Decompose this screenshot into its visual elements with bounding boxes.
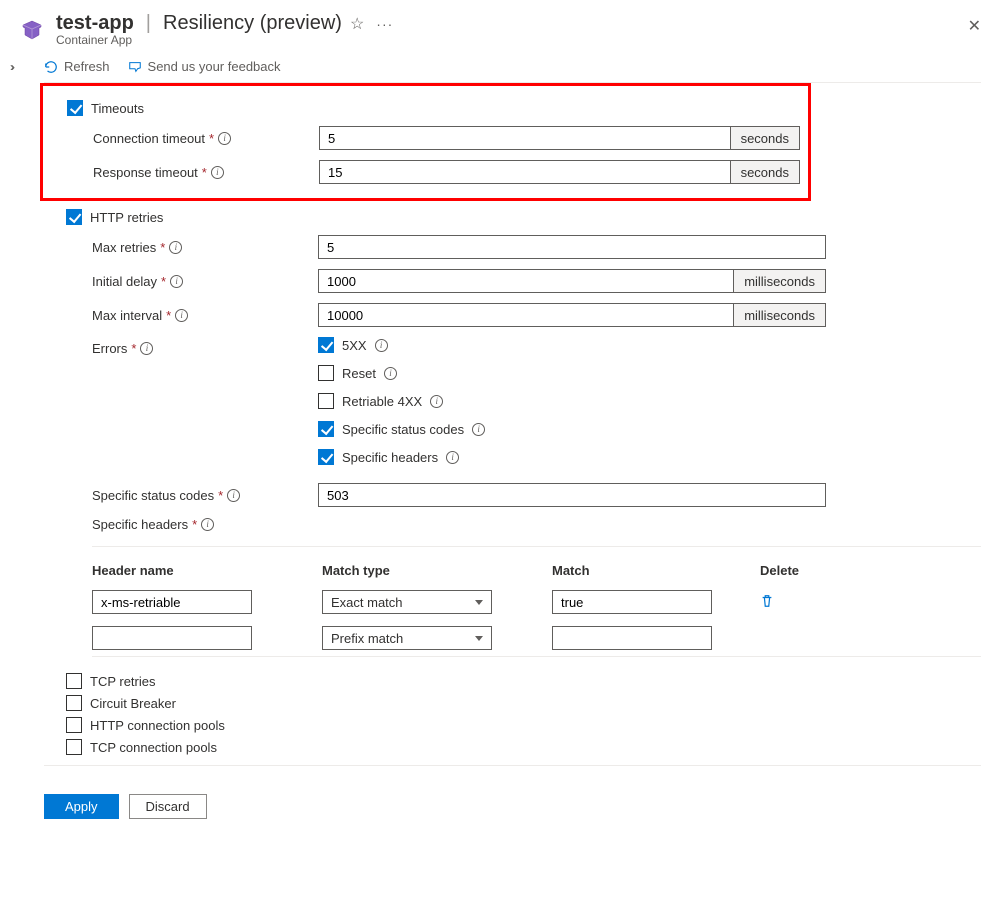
error-retriable4xx-checkbox[interactable] [318, 393, 334, 409]
footer-divider [44, 765, 981, 766]
toolbar: ›› Refresh Send us your feedback [44, 53, 981, 83]
refresh-button[interactable]: Refresh [44, 59, 110, 74]
initial-delay-unit: milliseconds [734, 269, 826, 293]
initial-delay-label: Initial delay*i [92, 274, 318, 289]
header-match-input[interactable] [552, 590, 712, 614]
more-actions-icon[interactable]: ··· [372, 16, 393, 32]
header-name-input[interactable] [92, 626, 252, 650]
info-icon[interactable]: i [218, 132, 231, 145]
max-retries-label: Max retries*i [92, 240, 318, 255]
max-interval-unit: milliseconds [734, 303, 826, 327]
timeouts-checkbox[interactable] [67, 100, 83, 116]
favorite-star-icon[interactable]: ☆ [350, 14, 364, 34]
resource-type: Container App [56, 33, 393, 47]
error-reset-checkbox[interactable] [318, 365, 334, 381]
tcp-connection-pools-checkbox[interactable] [66, 739, 82, 755]
col-match: Match [552, 563, 750, 578]
http-retries-label: HTTP retries [90, 210, 163, 225]
max-interval-label: Max interval*i [92, 308, 318, 323]
error-reset-label: Reset [342, 366, 376, 381]
connection-timeout-unit: seconds [731, 126, 800, 150]
info-icon[interactable]: i [175, 309, 188, 322]
match-type-select[interactable]: Prefix match [322, 626, 492, 650]
refresh-label: Refresh [64, 59, 110, 74]
header-row: Prefix match [92, 620, 981, 656]
info-icon[interactable]: i [430, 395, 443, 408]
error-specific-headers-checkbox[interactable] [318, 449, 334, 465]
info-icon[interactable]: i [384, 367, 397, 380]
delete-row-icon[interactable] [760, 594, 820, 611]
refresh-icon [44, 60, 58, 74]
response-timeout-unit: seconds [731, 160, 800, 184]
connection-timeout-input[interactable] [319, 126, 731, 150]
header-name-input[interactable] [92, 590, 252, 614]
header-row: Exact match [92, 584, 981, 620]
app-name: test-app [56, 12, 134, 35]
info-icon[interactable]: i [211, 166, 224, 179]
errors-label: Errors*i [92, 341, 318, 356]
max-retries-input[interactable] [318, 235, 826, 259]
info-icon[interactable]: i [140, 342, 153, 355]
col-match-type: Match type [322, 563, 542, 578]
timeouts-highlight-box: Timeouts Connection timeout*i seconds Re… [40, 83, 811, 201]
timeouts-label: Timeouts [91, 101, 144, 116]
expand-panel-icon[interactable]: ›› [10, 60, 12, 74]
info-icon[interactable]: i [201, 518, 214, 531]
apply-button[interactable]: Apply [44, 794, 119, 819]
connection-timeout-label: Connection timeout*i [93, 131, 319, 146]
error-specific-codes-checkbox[interactable] [318, 421, 334, 437]
error-5xx-label: 5XX [342, 338, 367, 353]
specific-status-codes-input[interactable] [318, 483, 826, 507]
feedback-label: Send us your feedback [148, 59, 281, 74]
info-icon[interactable]: i [375, 339, 388, 352]
page-title: Resiliency (preview) [163, 12, 342, 35]
tcp-retries-checkbox[interactable] [66, 673, 82, 689]
initial-delay-input[interactable] [318, 269, 734, 293]
specific-status-codes-label: Specific status codes*i [92, 488, 318, 503]
page-header: test-app | Resiliency (preview) ☆ ··· Co… [18, 12, 981, 53]
circuit-breaker-checkbox[interactable] [66, 695, 82, 711]
error-retriable4xx-label: Retriable 4XX [342, 394, 422, 409]
title-divider: | [142, 12, 155, 35]
info-icon[interactable]: i [227, 489, 240, 502]
error-specific-headers-label: Specific headers [342, 450, 438, 465]
http-connection-pools-checkbox[interactable] [66, 717, 82, 733]
info-icon[interactable]: i [169, 241, 182, 254]
close-icon[interactable]: ✕ [968, 16, 981, 36]
specific-headers-table: Header name Match type Match Delete Exac… [92, 546, 981, 657]
specific-headers-label: Specific headers*i [92, 517, 318, 532]
info-icon[interactable]: i [446, 451, 459, 464]
col-header-name: Header name [92, 563, 312, 578]
error-5xx-checkbox[interactable] [318, 337, 334, 353]
tcp-connection-pools-label: TCP connection pools [90, 740, 217, 755]
error-specific-codes-label: Specific status codes [342, 422, 464, 437]
info-icon[interactable]: i [170, 275, 183, 288]
http-retries-checkbox[interactable] [66, 209, 82, 225]
feedback-button[interactable]: Send us your feedback [128, 59, 281, 74]
response-timeout-label: Response timeout*i [93, 165, 319, 180]
info-icon[interactable]: i [472, 423, 485, 436]
max-interval-input[interactable] [318, 303, 734, 327]
header-match-input[interactable] [552, 626, 712, 650]
http-connection-pools-label: HTTP connection pools [90, 718, 225, 733]
app-icon [18, 16, 46, 44]
match-type-select[interactable]: Exact match [322, 590, 492, 614]
response-timeout-input[interactable] [319, 160, 731, 184]
discard-button[interactable]: Discard [129, 794, 207, 819]
footer-actions: Apply Discard [44, 782, 981, 819]
circuit-breaker-label: Circuit Breaker [90, 696, 176, 711]
feedback-icon [128, 60, 142, 74]
errors-options: 5XX i Reset i Retriable 4XX i Specific s… [318, 337, 981, 465]
col-delete: Delete [760, 563, 820, 578]
tcp-retries-label: TCP retries [90, 674, 156, 689]
